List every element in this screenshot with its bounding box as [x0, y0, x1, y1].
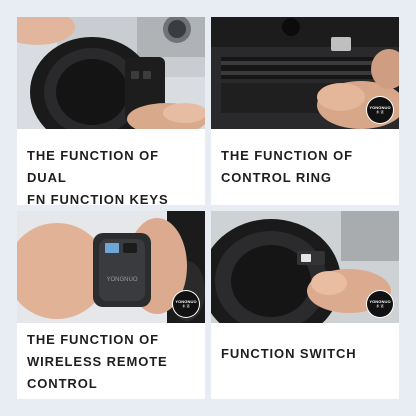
caption-line: WIRELESS REMOTE: [27, 354, 168, 369]
caption-control-ring: THE FUNCTION OF CONTROL RING: [221, 145, 393, 189]
photo-function-switch: YONGNUO 永 诺: [211, 211, 399, 323]
caption-line: THE FUNCTION OF: [221, 148, 353, 163]
panel-control-ring: YONGNUO 永 诺 THE FUNCTION OF CONTROL RING: [211, 17, 399, 205]
caption-dual-fn-keys: THE FUNCTION OF DUAL FN FUNCTION KEYS: [27, 145, 199, 205]
caption-line: CONTROL: [27, 376, 98, 391]
caption-line: THE FUNCTION OF DUAL: [27, 148, 159, 185]
logo-subtext: 永 诺: [376, 110, 384, 114]
caption-wireless-remote: THE FUNCTION OF WIRELESS REMOTE CONTROL: [27, 329, 199, 395]
caption-line: CONTROL RING: [221, 170, 332, 185]
photo-control-ring: YONGNUO 永 诺: [211, 17, 399, 129]
caption-line: FN FUNCTION KEYS: [27, 192, 169, 205]
caption-line: FUNCTION SWITCH: [221, 346, 357, 361]
brand-logo-badge: YONGNUO 永 诺: [367, 291, 393, 317]
photo-dual-fn-keys: [17, 17, 205, 129]
caption-line: THE FUNCTION OF: [27, 332, 159, 347]
panel-wireless-remote: YONGNUO YONGNUO 永 诺 THE FUNCTION OF WIRE…: [17, 211, 205, 399]
brand-logo-badge: YONGNUO 永 诺: [367, 97, 393, 123]
photo-wireless-remote: YONGNUO YONGNUO 永 诺: [17, 211, 205, 323]
brand-logo-badge: YONGNUO 永 诺: [173, 291, 199, 317]
panel-function-switch: YONGNUO 永 诺 FUNCTION SWITCH: [211, 211, 399, 399]
logo-subtext: 永 诺: [376, 304, 384, 308]
device-brand-text: YONGNUO: [106, 277, 137, 283]
panel-dual-fn-keys: THE FUNCTION OF DUAL FN FUNCTION KEYS: [17, 17, 205, 205]
caption-function-switch: FUNCTION SWITCH: [221, 343, 393, 365]
logo-subtext: 永 诺: [182, 304, 190, 308]
